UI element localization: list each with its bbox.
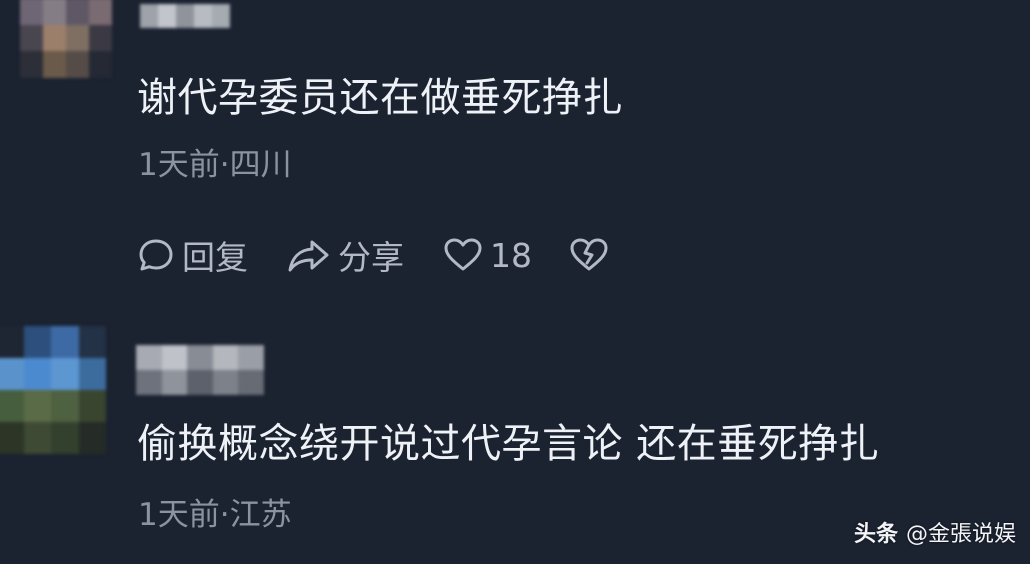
watermark-author: @金張说娱: [905, 522, 1016, 547]
watermark: 头条 @金張说娱: [854, 516, 1016, 548]
comment-actions: 回复 分享 18: [136, 232, 648, 278]
heart-icon: [442, 235, 484, 275]
comment-meta: 1天前·江苏: [138, 497, 292, 533]
comment-bubble-icon: [136, 235, 176, 275]
dislike-button[interactable]: [568, 235, 610, 275]
username[interactable]: [140, 4, 230, 28]
share-label: 分享: [338, 238, 404, 277]
comment-meta: 1天前·四川: [138, 147, 292, 183]
avatar[interactable]: [0, 326, 106, 454]
like-button[interactable]: 18: [442, 235, 532, 275]
broken-heart-icon: [568, 235, 610, 275]
comment-text: 偷换概念绕开说过代孕言论 还在垂死挣扎: [137, 421, 880, 467]
like-count: 18: [490, 235, 532, 275]
avatar[interactable]: [20, 0, 112, 78]
username[interactable]: [136, 345, 264, 395]
watermark-brand: 头条: [853, 522, 898, 547]
comment-text: 谢代孕委员还在做垂死挣扎: [137, 75, 623, 121]
share-button[interactable]: 分享: [286, 231, 404, 279]
reply-label: 回复: [182, 238, 248, 277]
reply-button[interactable]: 回复: [136, 231, 248, 279]
share-arrow-icon: [286, 235, 332, 275]
